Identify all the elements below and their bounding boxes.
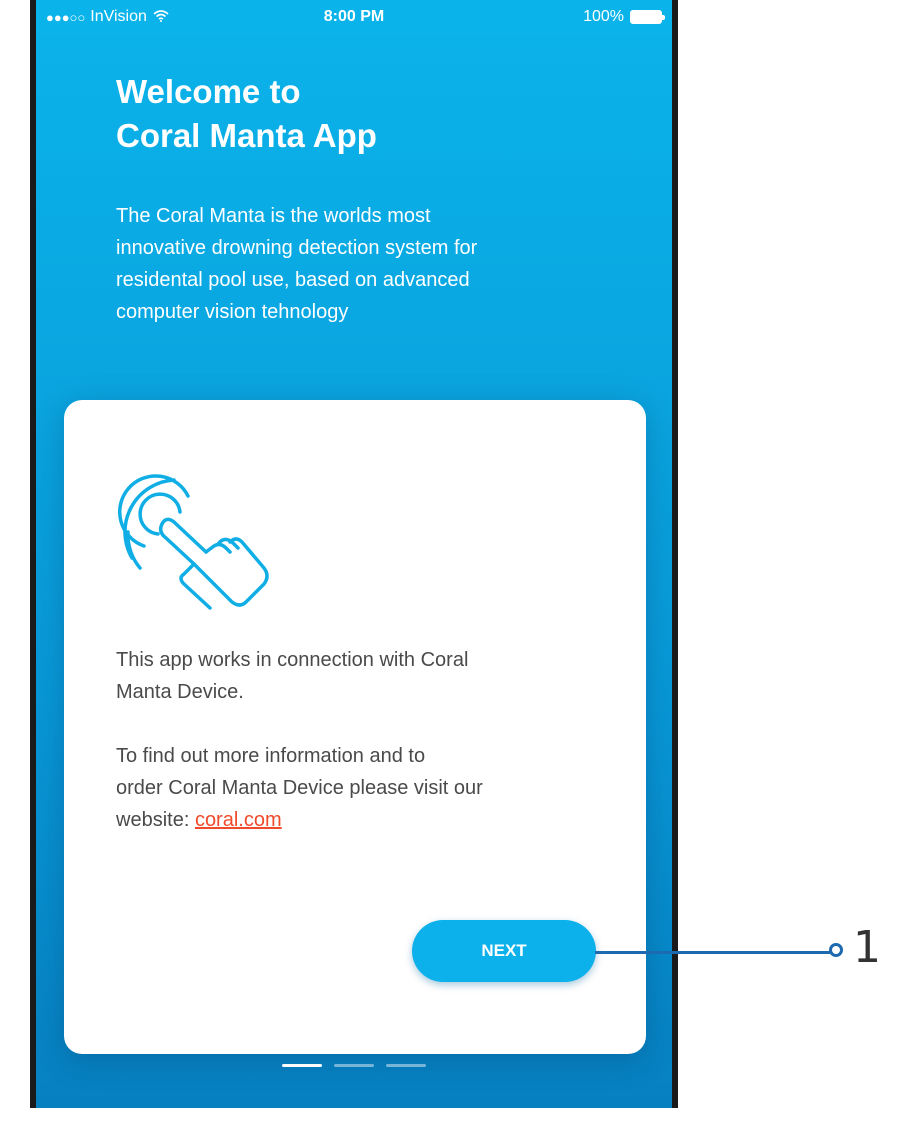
card-paragraph-1: This app works in connection with Coral … — [116, 644, 606, 708]
card-p2-line-1: To find out more information and to — [116, 745, 426, 767]
page-dot-2[interactable] — [334, 1064, 374, 1067]
intro-line-3: residental pool use, based on advanced — [116, 269, 470, 291]
next-button[interactable]: NEXT — [412, 920, 596, 982]
page-title: Welcome to Coral Manta App — [116, 70, 596, 158]
card-paragraph-2: To find out more information and to orde… — [116, 740, 606, 836]
card-p1-line-2: Manta Device. — [116, 681, 244, 703]
page-dot-3[interactable] — [386, 1064, 426, 1067]
status-bar: ●●●○○ InVision 8:00 PM 100% — [36, 0, 672, 34]
website-link[interactable]: coral.com — [195, 809, 282, 831]
card-p2-line-2: order Coral Manta Device please visit ou… — [116, 777, 483, 799]
intro-line-4: computer vision tehnology — [116, 301, 349, 323]
intro-text: The Coral Manta is the worlds most innov… — [116, 200, 586, 328]
annotation-line — [595, 951, 830, 954]
info-card: This app works in connection with Coral … — [64, 400, 646, 1054]
website-prefix: website: — [116, 809, 195, 831]
card-p1-line-1: This app works in connection with Coral — [116, 649, 469, 671]
phone-frame: ●●●○○ InVision 8:00 PM 100% Welcome to C… — [30, 0, 678, 1108]
battery-icon — [630, 10, 665, 24]
intro-line-1: The Coral Manta is the worlds most — [116, 205, 431, 227]
battery-percent: 100% — [583, 8, 624, 25]
title-line-1: Welcome to — [116, 73, 301, 110]
card-p2-line-3: website: coral.com — [116, 804, 606, 836]
app-screen: ●●●○○ InVision 8:00 PM 100% Welcome to C… — [36, 0, 672, 1108]
pagination-dots — [282, 1064, 426, 1067]
annotation-endpoint — [829, 943, 843, 957]
title-line-2: Coral Manta App — [116, 117, 377, 154]
page-dot-1[interactable] — [282, 1064, 322, 1067]
status-time: 8:00 PM — [323, 8, 385, 25]
touch-hand-icon — [114, 472, 274, 612]
intro-line-2: innovative drowning detection system for — [116, 237, 478, 259]
annotation-label: 1 — [853, 922, 881, 973]
status-right: 100% — [583, 8, 665, 26]
